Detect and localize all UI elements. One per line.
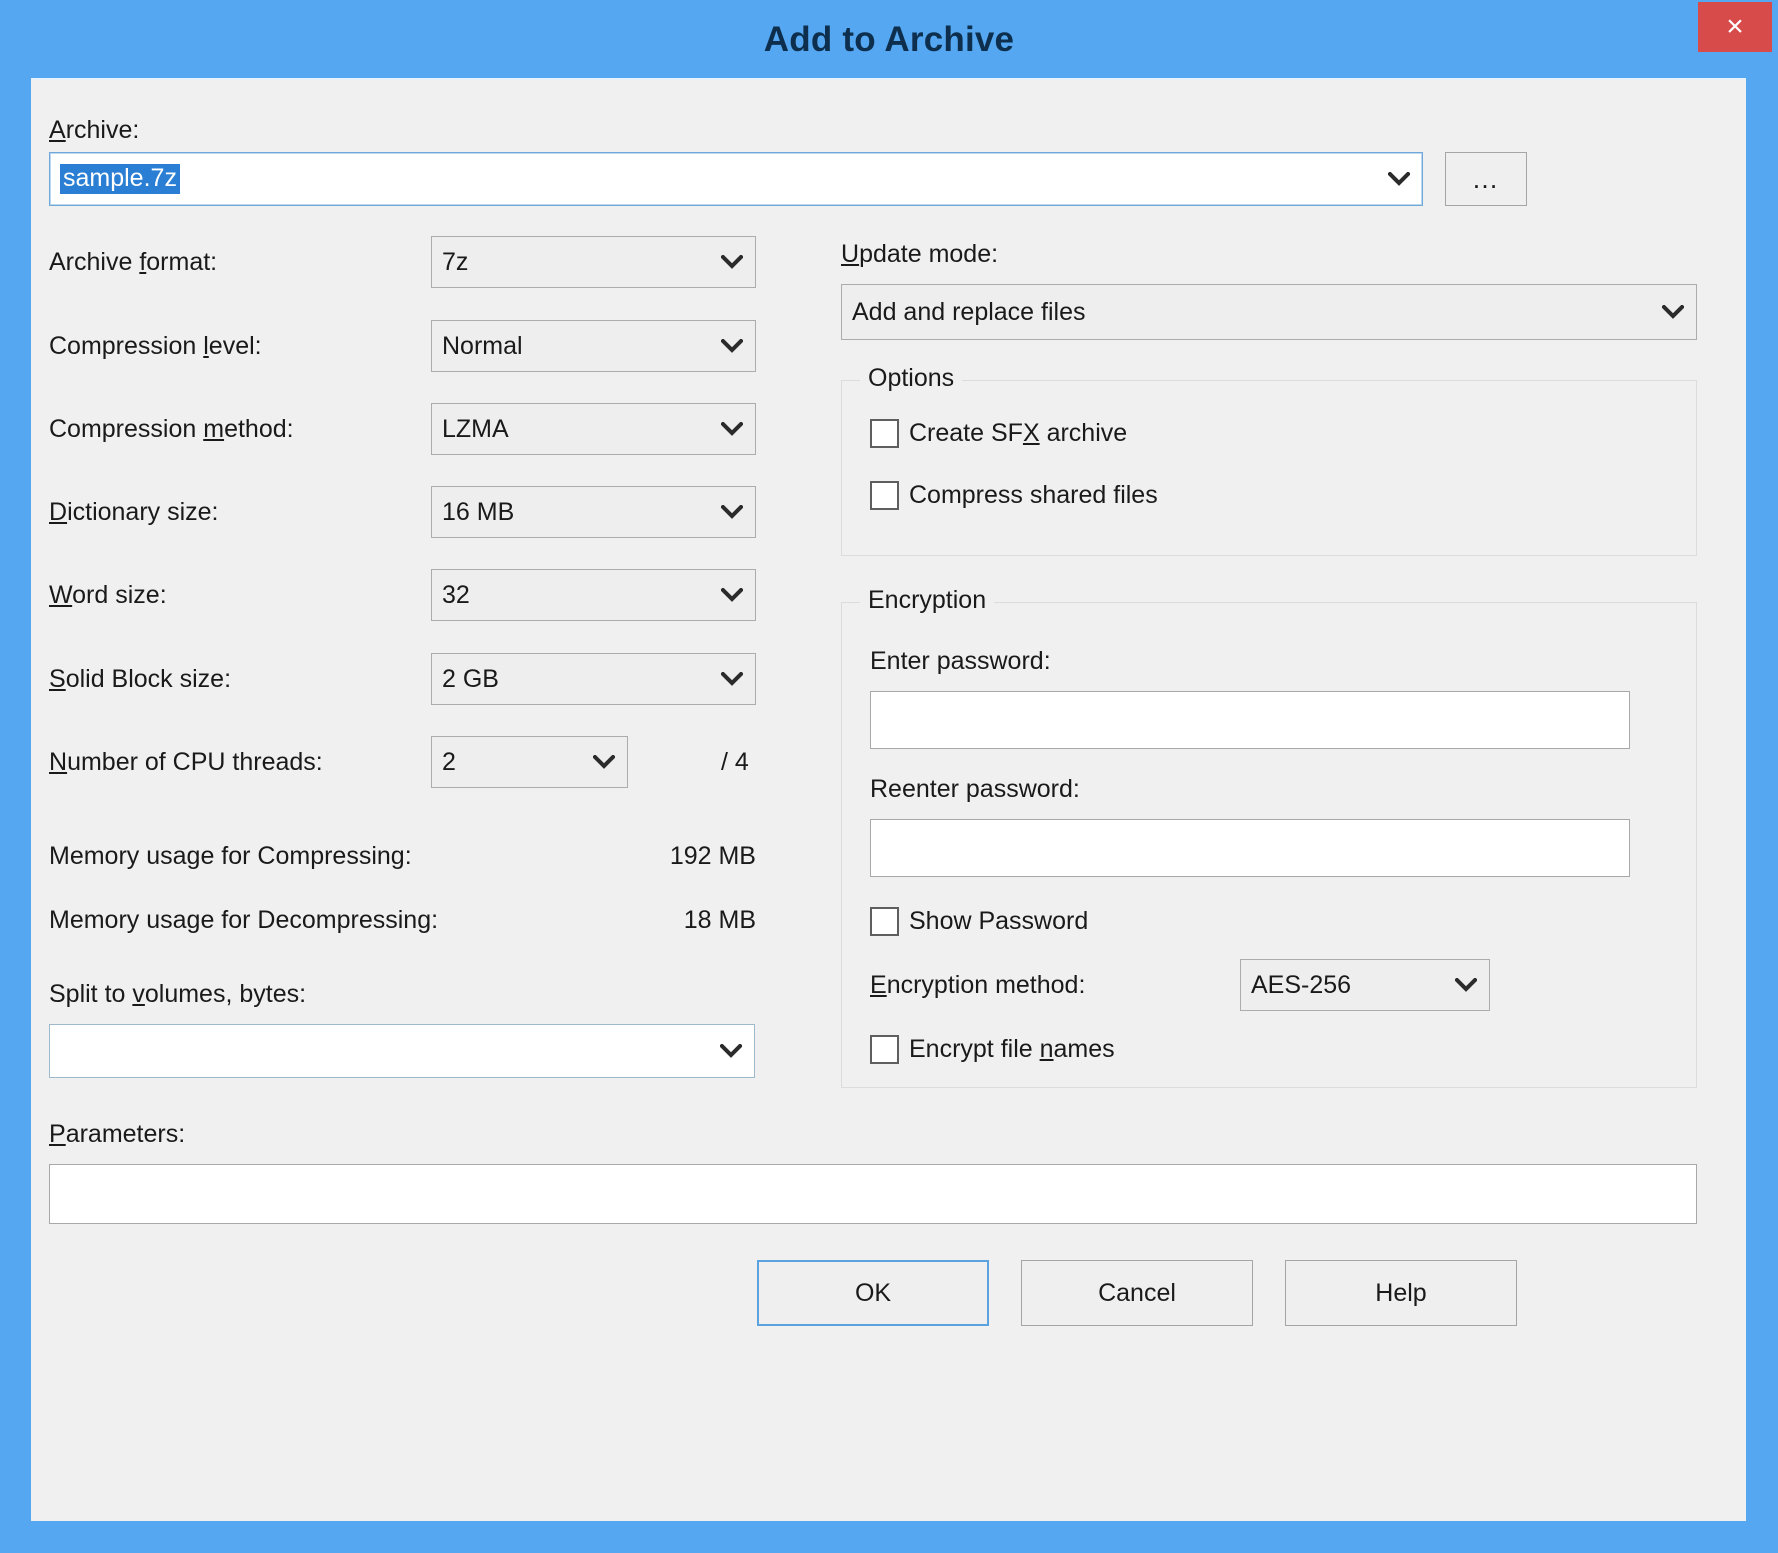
archive-format-value: 7z xyxy=(442,237,468,287)
cpu-threads-value: 2 xyxy=(442,737,456,787)
compression-level-combobox[interactable]: Normal xyxy=(431,320,756,372)
checkbox-icon xyxy=(870,907,899,936)
ok-button[interactable]: OK xyxy=(757,1260,989,1326)
create-sfx-archive-label: Create SFX archive xyxy=(909,419,1127,448)
dictionary-size-value: 16 MB xyxy=(442,487,514,537)
cpu-threads-total: / 4 xyxy=(721,748,749,777)
solid-block-size-combobox[interactable]: 2 GB xyxy=(431,653,756,705)
chevron-down-icon xyxy=(721,321,743,371)
reenter-password-input[interactable] xyxy=(870,819,1630,877)
encrypt-file-names-label: Encrypt file names xyxy=(909,1035,1115,1064)
close-icon[interactable]: × xyxy=(1698,2,1772,52)
chevron-down-icon xyxy=(1388,153,1410,205)
memory-decompressing-label: Memory usage for Decompressing: xyxy=(49,906,438,935)
checkbox-icon xyxy=(870,481,899,510)
parameters-label: Parameters: xyxy=(49,1120,185,1149)
chevron-down-icon xyxy=(721,237,743,287)
split-volumes-combobox[interactable] xyxy=(49,1024,755,1078)
dictionary-size-label: Dictionary size: xyxy=(49,498,219,527)
archive-name-value: sample.7z xyxy=(60,153,180,205)
dictionary-size-combobox[interactable]: 16 MB xyxy=(431,486,756,538)
word-size-value: 32 xyxy=(442,570,470,620)
archive-format-combobox[interactable]: 7z xyxy=(431,236,756,288)
encryption-method-value: AES-256 xyxy=(1251,960,1351,1010)
options-group: Options Create SFX archive Compress shar… xyxy=(841,380,1697,556)
create-sfx-archive-checkbox[interactable]: Create SFX archive xyxy=(870,419,1127,448)
dialog-client-area: Archive: sample.7z … Archive format: 7z … xyxy=(31,78,1746,1521)
checkbox-icon xyxy=(870,1035,899,1064)
chevron-down-icon xyxy=(721,487,743,537)
memory-compressing-label: Memory usage for Compressing: xyxy=(49,842,412,871)
options-group-title: Options xyxy=(860,364,962,393)
archive-format-label: Archive format: xyxy=(49,248,217,277)
show-password-checkbox[interactable]: Show Password xyxy=(870,907,1088,936)
chevron-down-icon xyxy=(720,1025,742,1077)
word-size-combobox[interactable]: 32 xyxy=(431,569,756,621)
split-volumes-label: Split to volumes, bytes: xyxy=(49,980,306,1009)
compression-level-label: Compression level: xyxy=(49,332,262,361)
compression-method-label: Compression method: xyxy=(49,415,294,444)
window-title: Add to Archive xyxy=(0,0,1778,80)
archive-label: Archive: xyxy=(49,116,139,145)
compression-level-value: Normal xyxy=(442,321,523,371)
browse-button[interactable]: … xyxy=(1445,152,1527,206)
update-mode-label: Update mode: xyxy=(841,240,998,269)
solid-block-size-label: Solid Block size: xyxy=(49,665,231,694)
update-mode-combobox[interactable]: Add and replace files xyxy=(841,284,1697,340)
reenter-password-label: Reenter password: xyxy=(870,775,1080,804)
cpu-threads-label: Number of CPU threads: xyxy=(49,748,323,777)
memory-compressing-value: 192 MB xyxy=(456,842,756,871)
compress-shared-files-checkbox[interactable]: Compress shared files xyxy=(870,481,1158,510)
checkbox-icon xyxy=(870,419,899,448)
archive-name-combobox[interactable]: sample.7z xyxy=(49,152,1423,206)
memory-decompressing-value: 18 MB xyxy=(456,906,756,935)
encrypt-file-names-checkbox[interactable]: Encrypt file names xyxy=(870,1035,1115,1064)
update-mode-value: Add and replace files xyxy=(852,285,1085,339)
cpu-threads-combobox[interactable]: 2 xyxy=(431,736,628,788)
chevron-down-icon xyxy=(721,404,743,454)
chevron-down-icon xyxy=(1455,960,1477,1010)
chevron-down-icon xyxy=(593,737,615,787)
titlebar: Add to Archive × xyxy=(0,0,1778,80)
add-to-archive-window: Add to Archive × Archive: sample.7z … Ar… xyxy=(0,0,1778,1553)
show-password-label: Show Password xyxy=(909,907,1088,936)
chevron-down-icon xyxy=(721,570,743,620)
encryption-group-title: Encryption xyxy=(860,586,994,615)
compression-method-value: LZMA xyxy=(442,404,509,454)
cancel-button[interactable]: Cancel xyxy=(1021,1260,1253,1326)
compress-shared-files-label: Compress shared files xyxy=(909,481,1158,510)
solid-block-size-value: 2 GB xyxy=(442,654,499,704)
enter-password-input[interactable] xyxy=(870,691,1630,749)
parameters-input[interactable] xyxy=(49,1164,1697,1224)
word-size-label: Word size: xyxy=(49,581,167,610)
help-button[interactable]: Help xyxy=(1285,1260,1517,1326)
encryption-group: Encryption Enter password: Reenter passw… xyxy=(841,602,1697,1088)
chevron-down-icon xyxy=(721,654,743,704)
chevron-down-icon xyxy=(1662,285,1684,339)
encryption-method-combobox[interactable]: AES-256 xyxy=(1240,959,1490,1011)
encryption-method-label: Encryption method: xyxy=(870,971,1085,1000)
compression-method-combobox[interactable]: LZMA xyxy=(431,403,756,455)
enter-password-label: Enter password: xyxy=(870,647,1051,676)
